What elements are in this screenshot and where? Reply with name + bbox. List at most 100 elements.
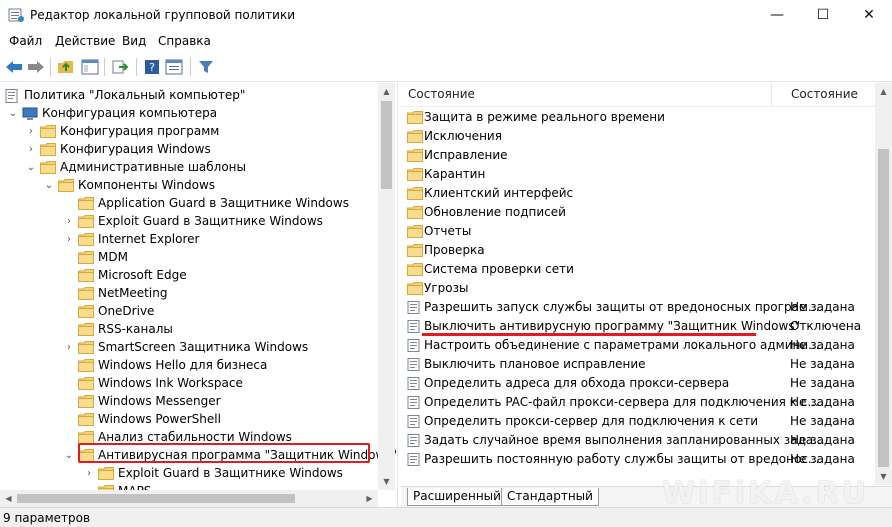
menu-bar: Файл Действие Вид Справка (0, 30, 892, 52)
menu-file[interactable]: Файл (9, 34, 42, 48)
help-button[interactable]: ? (142, 57, 162, 77)
toolbar-separator (190, 58, 191, 76)
column-separator[interactable] (771, 83, 772, 107)
tab-standard[interactable]: Стандартный (501, 488, 599, 506)
expand-chevron-icon[interactable]: › (64, 342, 74, 354)
setting-row[interactable]: Определить PAC-файл прокси-сервера для п… (401, 393, 875, 412)
setting-name: Определить прокси-сервер для подключения… (424, 414, 759, 428)
folder-icon (98, 467, 114, 480)
menu-action[interactable]: Действие (55, 34, 115, 48)
category-row[interactable]: Исправление (401, 146, 875, 165)
setting-name: Защита в режиме реального времени (424, 110, 665, 124)
back-button[interactable] (4, 57, 24, 77)
category-row[interactable]: Клиентский интерфейс (401, 184, 875, 203)
expand-chevron-icon[interactable]: › (64, 216, 74, 228)
window-title: Редактор локальной групповой политики (30, 8, 296, 22)
gpedit-app-icon (8, 8, 24, 22)
tab-extended[interactable]: Расширенный (407, 488, 507, 506)
folder-icon (78, 341, 94, 354)
scroll-up-arrow-icon[interactable]: ▲ (875, 83, 892, 100)
tree-node-label: Application Guard в Защитнике Windows (98, 196, 349, 210)
highlight-underline (422, 333, 756, 336)
expand-chevron-icon[interactable]: › (84, 468, 94, 480)
menu-view[interactable]: Вид (122, 34, 146, 48)
setting-row[interactable]: Определить адреса для обхода прокси-серв… (401, 374, 875, 393)
category-row[interactable]: Защита в режиме реального времени (401, 108, 875, 127)
collapse-chevron-icon[interactable]: ⌄ (26, 162, 36, 174)
folder-icon (78, 323, 94, 336)
menu-help[interactable]: Справка (158, 34, 211, 48)
policy-setting-icon (407, 415, 421, 428)
tree-node-label: SmartScreen Защитника Windows (98, 340, 309, 354)
highlight-box (78, 443, 370, 463)
folder-icon (407, 187, 423, 200)
setting-row[interactable]: Настроить объединение с параметрами лока… (401, 336, 875, 355)
close-button[interactable]: ✕ (846, 0, 892, 30)
column-header-name[interactable]: Состояние (408, 87, 475, 101)
tree-node-label: Exploit Guard в Защитнике Windows (98, 214, 323, 228)
tree-node-label: Конфигурация компьютера (42, 106, 218, 120)
scroll-up-arrow-icon[interactable]: ▲ (378, 83, 395, 100)
collapse-chevron-icon[interactable]: ⌄ (44, 180, 54, 192)
folder-up-icon (58, 61, 73, 73)
scroll-down-arrow-icon[interactable]: ▼ (875, 468, 892, 485)
export-list-button[interactable] (110, 57, 130, 77)
expand-chevron-icon[interactable]: › (26, 144, 36, 156)
toolbar-separator (104, 58, 105, 76)
folder-icon (78, 395, 94, 408)
folder-icon (78, 305, 94, 318)
expand-chevron-icon[interactable]: › (26, 126, 36, 138)
setting-name: Отчеты (424, 224, 472, 238)
policy-setting-icon (407, 396, 421, 409)
minimize-button[interactable]: — (754, 0, 800, 30)
close-icon: ✕ (863, 7, 875, 23)
filter-button[interactable] (196, 57, 216, 77)
category-row[interactable]: Исключения (401, 127, 875, 146)
setting-row[interactable]: Задать случайное время выполнения заплан… (401, 431, 875, 450)
status-bar: 9 параметров (0, 507, 892, 527)
scroll-down-arrow-icon[interactable]: ▼ (378, 473, 395, 490)
tree-node-label: OneDrive (98, 304, 155, 318)
category-row[interactable]: Карантин (401, 165, 875, 184)
up-level-button[interactable] (56, 57, 76, 77)
category-row[interactable]: Система проверки сети (401, 260, 875, 279)
policy-setting-icon (407, 320, 421, 333)
setting-state: Не задана (790, 376, 855, 390)
scroll-left-arrow-icon[interactable]: ◀ (0, 490, 17, 507)
folder-icon (40, 125, 56, 138)
tree-node-label: Windows Hello для бизнеса (98, 358, 268, 372)
scroll-right-arrow-icon[interactable]: ▶ (361, 490, 378, 507)
collapse-chevron-icon[interactable]: ⌄ (8, 108, 18, 120)
folder-icon (40, 143, 56, 156)
policy-setting-icon (407, 377, 421, 390)
folder-icon (407, 263, 423, 276)
scroll-thumb[interactable] (381, 101, 392, 189)
column-header-state[interactable]: Состояние (791, 87, 858, 101)
expand-chevron-icon[interactable]: › (64, 234, 74, 246)
setting-row[interactable]: Разрешить запуск службы защиты от вредон… (401, 298, 875, 317)
properties-button[interactable] (164, 57, 184, 77)
forward-button[interactable] (26, 57, 46, 77)
hscroll-thumb[interactable] (17, 494, 295, 503)
setting-row[interactable]: Выключить плановое исправление Не задана (401, 355, 875, 374)
tree-node-label: Административные шаблоны (60, 160, 247, 174)
category-row[interactable]: Обновление подписей (401, 203, 875, 222)
setting-row[interactable]: Определить прокси-сервер для подключения… (401, 412, 875, 431)
tree-node-label: Windows PowerShell (98, 412, 221, 426)
category-row[interactable]: Проверка (401, 241, 875, 260)
setting-state: Не задана (790, 433, 855, 447)
folder-icon (407, 244, 423, 257)
maximize-button[interactable]: ☐ (800, 0, 846, 30)
setting-name: Исправление (424, 148, 508, 162)
show-tree-button[interactable] (80, 57, 100, 77)
tree-node-label: NetMeeting (98, 286, 168, 300)
category-row[interactable]: Угрозы (401, 279, 875, 298)
tree-horizontal-scrollbar[interactable]: ◀ ▶ (0, 490, 378, 507)
setting-row[interactable]: Разрешить постоянную работу службы защит… (401, 450, 875, 469)
list-vertical-scrollbar[interactable]: ▲ ▼ (875, 83, 892, 485)
tree-node-label: Политика "Локальный компьютер" (24, 88, 246, 102)
collapse-chevron-icon[interactable]: ⌄ (64, 450, 74, 462)
category-row[interactable]: Отчеты (401, 222, 875, 241)
tree-vertical-scrollbar[interactable]: ▲ ▼ (378, 83, 395, 490)
scroll-thumb[interactable] (878, 149, 889, 467)
